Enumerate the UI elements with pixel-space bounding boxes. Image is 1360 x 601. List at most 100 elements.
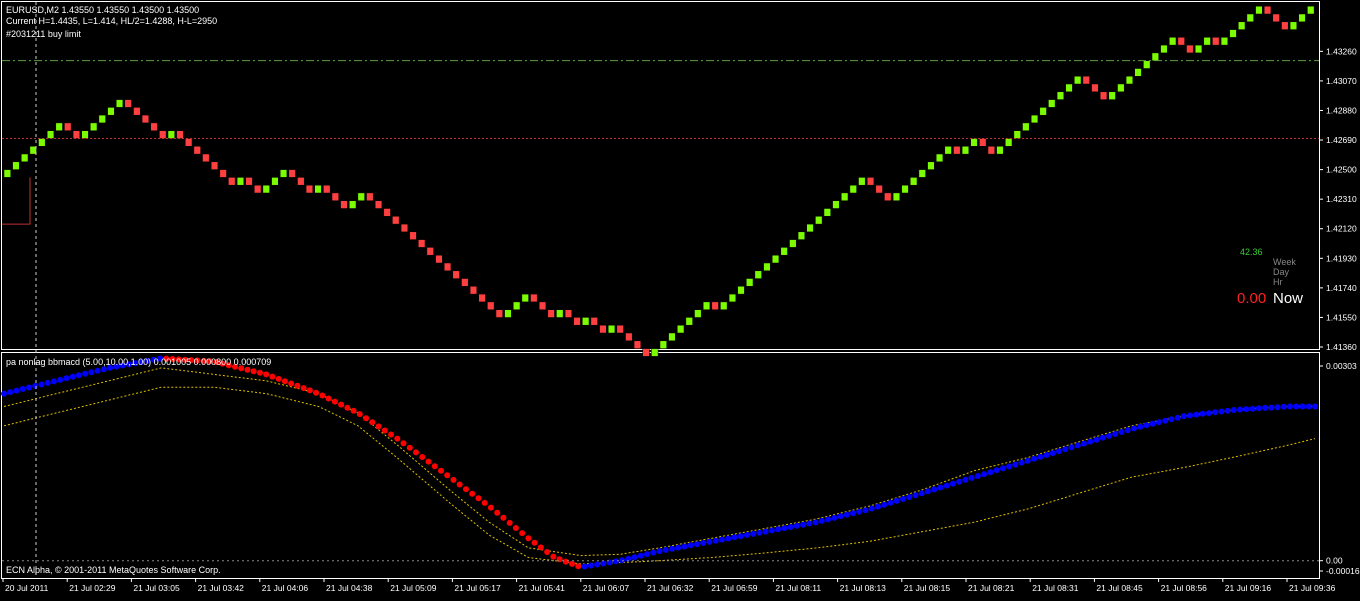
bear-brick [953,146,961,155]
macd-dot-down [425,458,432,465]
macd-dot-down [487,504,494,511]
time-tick-label: 21 Jul 06:07 [583,583,630,593]
macd-dot-up [26,384,32,391]
time-tick-label: 21 Jul 08:56 [1161,583,1208,593]
bear-brick [866,177,875,186]
macd-dot-up [906,494,913,501]
macd-dot-up [981,471,988,478]
macd-dot-up [962,476,969,483]
bear-brick [547,309,555,318]
macd-dot-up [669,545,675,552]
macd-dot-down [469,490,476,497]
macd-dot-up [1262,404,1269,411]
bull-brick [271,177,279,186]
bull-brick [107,107,115,116]
bear-brick [133,107,141,116]
bear-brick [124,99,132,108]
macd-dot-up [1255,405,1262,412]
macd-dot-up [756,529,763,536]
bear-brick [590,317,598,326]
info-label-week: Week [1273,257,1296,267]
bull-brick [1194,44,1203,54]
time-tick-label: 21 Jul 05:09 [390,583,437,593]
bull-brick [556,309,564,318]
macd-dot-up [1312,403,1318,410]
macd-dot-down [438,467,444,474]
bull-brick [38,138,46,147]
bear-brick [478,293,486,303]
bear-brick [219,169,227,178]
bear-brick [366,192,374,201]
macd-dot-up [100,366,107,373]
macd-dot-up [32,383,39,389]
time-tick-label: 21 Jul 03:05 [133,583,180,593]
bear-brick [228,177,236,186]
macd-dot-down [288,380,295,387]
bull-brick [677,324,685,334]
bull-brick [737,286,745,295]
bear-brick [461,278,469,287]
macd-dot-up [956,478,963,485]
bear-brick [185,138,193,147]
bear-brick [642,348,650,357]
bear-brick [392,216,400,225]
macd-dot-up [594,561,601,568]
macd-dot-down [388,431,395,438]
macd-dot-up [712,537,719,544]
bull-brick [771,254,780,264]
bull-brick [1289,21,1298,30]
bear-brick [297,177,305,186]
macd-dot-up [1218,408,1225,415]
macd-dot-up [1168,416,1175,423]
macd-dot-up [1205,410,1212,417]
bear-brick [487,301,495,310]
macd-dot-down [463,486,469,493]
bull-brick [746,278,754,287]
macd-dot-up [806,520,813,527]
macd-dot-up [1068,444,1075,451]
macd-dot-down [263,371,270,378]
bear-brick [979,138,987,147]
macd-dot-up [675,544,682,551]
indicator-tick-label: 0.00 [1326,556,1343,566]
trading-chart: 1.43260 1.43070 1.42880 1.42690 1.42500 1.423… [0,0,1360,596]
price-tick-label: 1.41930 [1326,253,1357,263]
bear-brick [210,161,219,170]
macd-dot-down [338,401,345,408]
bull-brick [659,340,667,349]
indicator-tick-label: -0.00016 [1326,566,1360,576]
macd-dot-down [313,389,320,396]
macd-dot-up [881,501,888,508]
macd-dot-up [1087,438,1094,445]
bull-brick [901,184,909,194]
macd-dot-up [937,484,944,491]
bear-brick [633,340,642,349]
macd-dot-down [269,373,276,380]
bull-brick [1307,5,1315,15]
macd-dot-up [19,386,26,392]
macd-dot-down [363,415,370,422]
bull-brick [944,146,952,155]
macd-dot-up [63,375,70,382]
macd-dot-up [1268,404,1275,411]
bear-brick [374,200,383,209]
bull-brick [81,130,89,139]
macd-dot-up [893,497,900,504]
macd-dot-up [1274,404,1281,411]
bull-brick [1022,122,1030,131]
macd-dot-up [700,540,707,546]
macd-dot-down [381,427,388,434]
price-tick-label: 1.43070 [1326,76,1357,86]
macd-dot-up [781,525,788,532]
macd-dot-up [82,370,89,377]
macd-dot-up [987,469,994,476]
bear-brick [323,184,331,194]
macd-dot-down [575,563,582,570]
macd-dot-up [812,519,819,526]
bull-brick [858,177,866,186]
macd-dot-down [306,387,313,394]
bear-brick [625,332,633,342]
macd-dot-up [787,524,794,530]
bull-brick [55,122,63,131]
chart-canvas: 1.43260 1.43070 1.42880 1.42690 1.42500 1.423… [0,0,1360,596]
